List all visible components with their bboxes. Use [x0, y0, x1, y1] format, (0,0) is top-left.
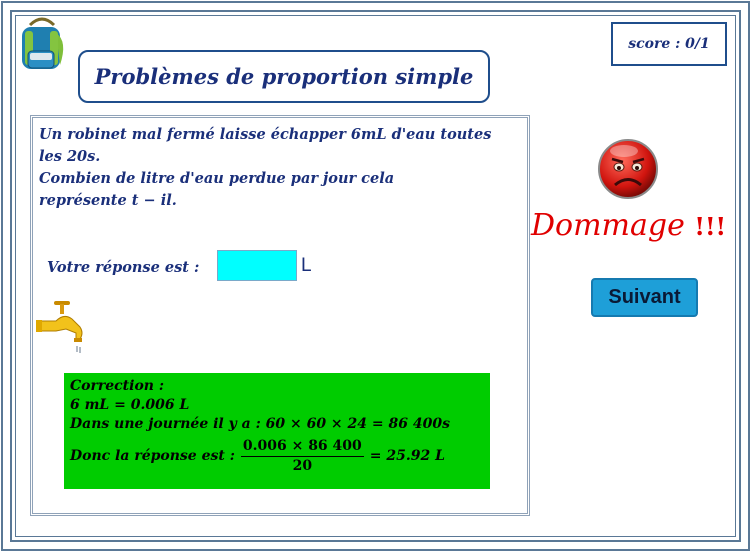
correction-result: = 25.92 L: [369, 448, 445, 464]
answer-input[interactable]: [217, 250, 297, 281]
correction-heading: Correction :: [70, 378, 165, 394]
faucet-icon: [36, 301, 83, 353]
question-line-4: représente t − il.: [39, 192, 177, 209]
question-line-2: les 20s.: [39, 148, 101, 165]
page-title: Problèmes de proportion simple: [78, 50, 490, 103]
correction-prefix: Donc la réponse est :: [70, 448, 235, 464]
correction-box: Correction : 6 mL = 0.006 L Dans une jou…: [64, 373, 490, 489]
correction-line-2: Dans une journée il y a : 60 × 60 × 24 =…: [70, 416, 450, 432]
correction-fraction: 0.006 × 86 400 20: [240, 437, 364, 476]
question-line-1: Un robinet mal fermé laisse échapper 6mL…: [39, 126, 492, 143]
answer-label: Votre réponse est :: [47, 259, 200, 276]
fraction-denominator: 20: [292, 458, 313, 474]
next-button[interactable]: Suivant: [591, 278, 698, 317]
sad-face-icon: [598, 139, 658, 199]
feedback-message: Dommage !!!: [531, 208, 726, 243]
feedback-text: Dommage: [531, 208, 685, 243]
fraction-numerator: 0.006 × 86 400: [240, 437, 364, 457]
correction-line-3: Donc la réponse est : 0.006 × 86 400 20 …: [70, 437, 484, 476]
unit-label: L: [301, 255, 312, 276]
correction-line-1: 6 mL = 0.006 L: [70, 397, 190, 413]
question-line-3: Combien de litre d'eau perdue par jour c…: [39, 170, 395, 187]
question-text: Un robinet mal fermé laisse échapper 6mL…: [39, 124, 529, 212]
score-badge: score : 0/1: [611, 22, 727, 66]
feedback-exclamation: !!!: [694, 212, 727, 241]
question-panel: Un robinet mal fermé laisse échapper 6mL…: [30, 115, 530, 516]
backpack-icon: [22, 17, 64, 69]
